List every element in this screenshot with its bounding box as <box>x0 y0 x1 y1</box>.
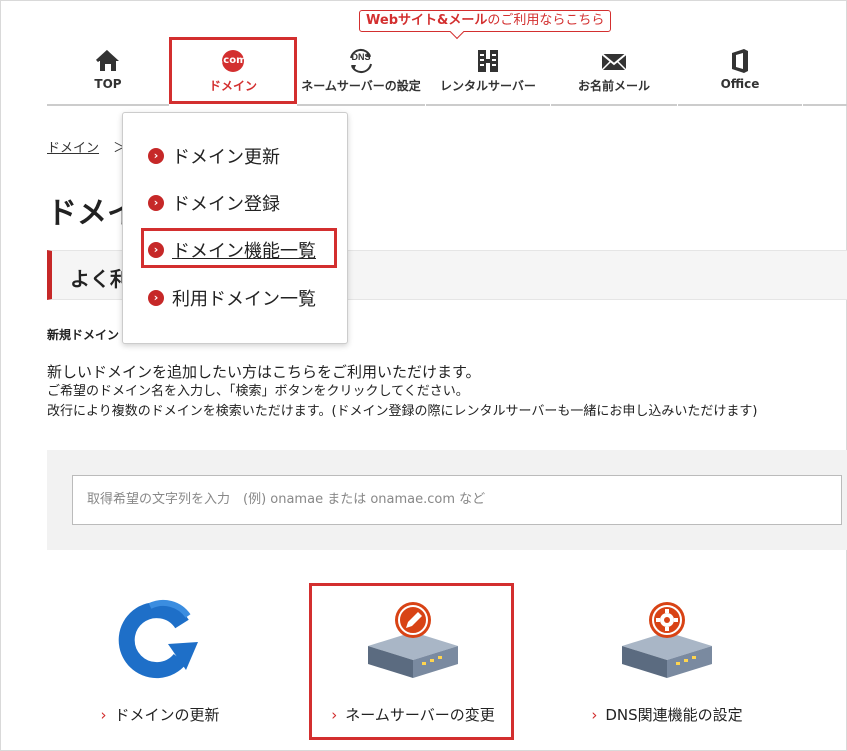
tile-dns-settings[interactable]: › DNS関連機能の設定 <box>567 584 767 734</box>
tile-label-domain-renew: › ドメインの更新 <box>60 704 260 725</box>
nav-item-dns[interactable]: DNS ネームサーバーの設定 <box>297 40 425 104</box>
menu-item-label: ドメイン登録 <box>172 194 280 215</box>
menu-item-domain-features[interactable]: › ドメイン機能一覧 <box>148 237 316 267</box>
dotcom-icon-text: .com <box>219 55 247 66</box>
chevron-circle-icon: › <box>148 195 164 211</box>
tile-domain-renew[interactable]: › ドメインの更新 <box>60 584 260 734</box>
chevron-right-icon: › <box>591 706 598 724</box>
chevron-right-icon: › <box>100 706 107 724</box>
nav-underline <box>803 104 847 106</box>
promo-rest: のご利用ならこちら <box>487 13 605 28</box>
server-gear-icon <box>622 602 712 678</box>
dns-icon: DNS <box>350 48 372 74</box>
server-icon <box>478 50 498 72</box>
tile-text-dns-settings: DNS関連機能の設定 <box>605 706 743 724</box>
section-heading-text: よく利 <box>70 267 130 291</box>
description-line-1: 新しいドメインを追加したい方はこちらをご利用いただけます。 <box>47 363 481 381</box>
nav-underline <box>678 104 802 106</box>
dotcom-icon: .com <box>219 48 247 74</box>
nav-label-office: Office <box>720 77 760 91</box>
global-nav: TOP .com ドメイン DNS ネームサーバーの設定 レンタルサーバー お名… <box>47 40 847 106</box>
nav-item-domain[interactable]: .com ドメイン <box>170 40 296 104</box>
mail-icon <box>601 53 627 71</box>
promo-banner[interactable]: Webサイト&メールのご利用ならこちら <box>359 10 612 32</box>
nav-item-rental-server[interactable]: レンタルサーバー <box>426 40 550 104</box>
menu-item-label: ドメイン機能一覧 <box>172 241 316 262</box>
nav-item-top[interactable]: TOP <box>47 40 169 104</box>
tile-label-nameserver-change: › ネームサーバーの変更 <box>313 704 513 725</box>
description-line-2: ご希望のドメイン名を入力し、「検索」ボタンをクリックしてください。 <box>47 384 469 399</box>
promo-bold-1: Webサイト <box>366 13 437 28</box>
search-panel: 取得希望の文字列を入力 (例) onamae または onamae.com など <box>47 450 847 550</box>
menu-item-label: 利用ドメイン一覧 <box>172 289 316 310</box>
domain-dropdown-menu: › ドメイン更新 › ドメイン登録 › ドメイン機能一覧 › 利用ドメイン一覧 <box>122 112 348 344</box>
nav-underline <box>426 104 550 106</box>
nav-underline <box>47 104 169 106</box>
nav-item-mail[interactable]: お名前メール <box>551 40 677 104</box>
description-line-3: 改行により複数のドメインを検索いただけます。(ドメイン登録の際にレンタルサーバー… <box>47 404 758 419</box>
breadcrumb-link-domain[interactable]: ドメイン <box>47 141 99 156</box>
nav-label-domain: ドメイン <box>208 79 257 93</box>
domain-search-input[interactable]: 取得希望の文字列を入力 (例) onamae または onamae.com など <box>72 475 842 525</box>
tile-nameserver-change[interactable]: › ネームサーバーの変更 <box>313 584 513 734</box>
tile-label-dns-settings: › DNS関連機能の設定 <box>567 704 767 725</box>
nav-label-rental-server: レンタルサーバー <box>440 79 536 93</box>
menu-item-domain-register[interactable]: › ドメイン登録 <box>148 190 280 220</box>
nav-label-dns: ネームサーバーの設定 <box>301 79 421 93</box>
menu-item-domain-list[interactable]: › 利用ドメイン一覧 <box>148 285 316 315</box>
description: 新しいドメインを追加したい方はこちらをご利用いただけます。 ご希望のドメイン名を… <box>47 362 757 422</box>
nav-underline <box>551 104 677 106</box>
promo-bold-2: &メール <box>437 13 488 28</box>
menu-item-label: ドメイン更新 <box>172 147 280 168</box>
server-edit-icon <box>368 602 458 678</box>
home-icon <box>95 49 119 71</box>
nav-label-mail: お名前メール <box>577 79 650 93</box>
sub-heading: 新規ドメイン <box>47 328 120 342</box>
renew-arrow-icon <box>118 599 198 679</box>
tile-text-domain-renew: ドメインの更新 <box>114 706 220 724</box>
menu-item-domain-renew[interactable]: › ドメイン更新 <box>148 143 280 173</box>
nav-underline <box>297 104 425 106</box>
chevron-circle-icon: › <box>148 148 164 164</box>
nav-item-office[interactable]: Office <box>678 40 802 104</box>
office-icon <box>732 49 748 73</box>
nav-label-top: TOP <box>94 77 122 91</box>
breadcrumb: ドメイン ＞ <box>47 137 126 156</box>
chevron-circle-icon: › <box>148 290 164 306</box>
tile-text-nameserver-change: ネームサーバーの変更 <box>345 706 495 724</box>
chevron-circle-icon: › <box>148 242 164 258</box>
chevron-right-icon: › <box>331 706 338 724</box>
